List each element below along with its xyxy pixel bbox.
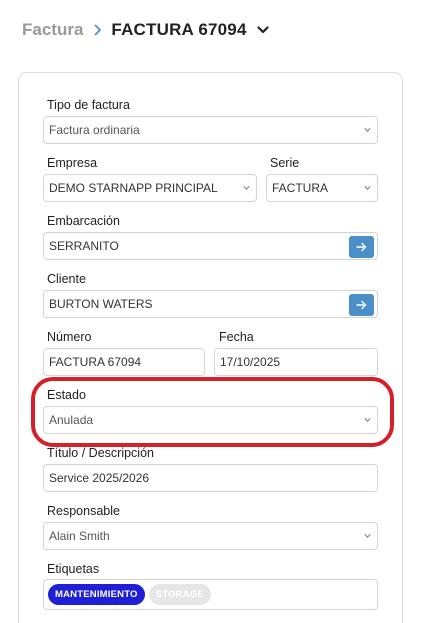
chevron-right-icon	[94, 21, 102, 39]
numero-input[interactable]: FACTURA 67094	[43, 348, 205, 376]
tipo-factura-label: Tipo de factura	[47, 98, 130, 112]
numero-label: Número	[47, 330, 92, 344]
select-caret-icon	[364, 417, 371, 423]
serie-label: Serie	[270, 156, 300, 170]
titulo-input[interactable]: Service 2025/2026	[43, 464, 378, 492]
serie-value: FACTURA	[272, 181, 329, 195]
select-caret-icon	[364, 533, 371, 539]
fecha-value: 17/10/2025	[220, 355, 281, 369]
serie-select[interactable]: FACTURA	[266, 174, 378, 202]
estado-select[interactable]: Anulada	[43, 406, 378, 434]
arrow-right-icon	[356, 300, 367, 310]
chevron-down-icon[interactable]	[257, 26, 269, 34]
titulo-value: Service 2025/2026	[49, 471, 150, 485]
etiquetas-field[interactable]: MANTENIMIENTO STORAGE	[43, 579, 378, 610]
open-embarcacion-button[interactable]	[349, 236, 374, 258]
responsable-select[interactable]: Alain Smith	[43, 522, 378, 550]
empresa-label: Empresa	[47, 156, 98, 170]
open-cliente-button[interactable]	[349, 294, 374, 316]
fecha-input[interactable]: 17/10/2025	[214, 348, 378, 376]
select-caret-icon	[364, 127, 371, 133]
select-caret-icon	[364, 185, 371, 191]
embarcacion-label: Embarcación	[47, 214, 120, 228]
cliente-label: Cliente	[47, 272, 86, 286]
cliente-input[interactable]: BURTON WATERS	[43, 290, 378, 318]
breadcrumb-parent-link[interactable]: Factura	[22, 20, 83, 40]
fecha-label: Fecha	[219, 330, 254, 344]
cliente-value: BURTON WATERS	[49, 297, 153, 311]
responsable-value: Alain Smith	[49, 529, 110, 543]
select-caret-icon	[243, 185, 250, 191]
breadcrumb: Factura FACTURA 67094	[22, 18, 269, 42]
estado-value: Anulada	[49, 413, 94, 427]
empresa-select[interactable]: DEMO STARNAPP PRINCIPAL	[43, 174, 257, 202]
tag-mantenimiento[interactable]: MANTENIMIENTO	[48, 584, 145, 605]
embarcacion-input[interactable]: SERRANITO	[43, 232, 378, 260]
titulo-label: Título / Descripción	[47, 446, 154, 460]
page-title: FACTURA 67094	[111, 20, 247, 39]
responsable-label: Responsable	[47, 504, 120, 518]
numero-value: FACTURA 67094	[49, 355, 142, 369]
embarcacion-value: SERRANITO	[49, 239, 119, 253]
tag-storage[interactable]: STORAGE	[148, 584, 211, 605]
etiquetas-label: Etiquetas	[47, 562, 100, 576]
empresa-value: DEMO STARNAPP PRINCIPAL	[49, 181, 218, 195]
tipo-factura-value: Factura ordinaria	[49, 123, 140, 137]
arrow-right-icon	[356, 242, 367, 252]
tipo-factura-select[interactable]: Factura ordinaria	[43, 116, 378, 144]
estado-label: Estado	[47, 388, 86, 402]
